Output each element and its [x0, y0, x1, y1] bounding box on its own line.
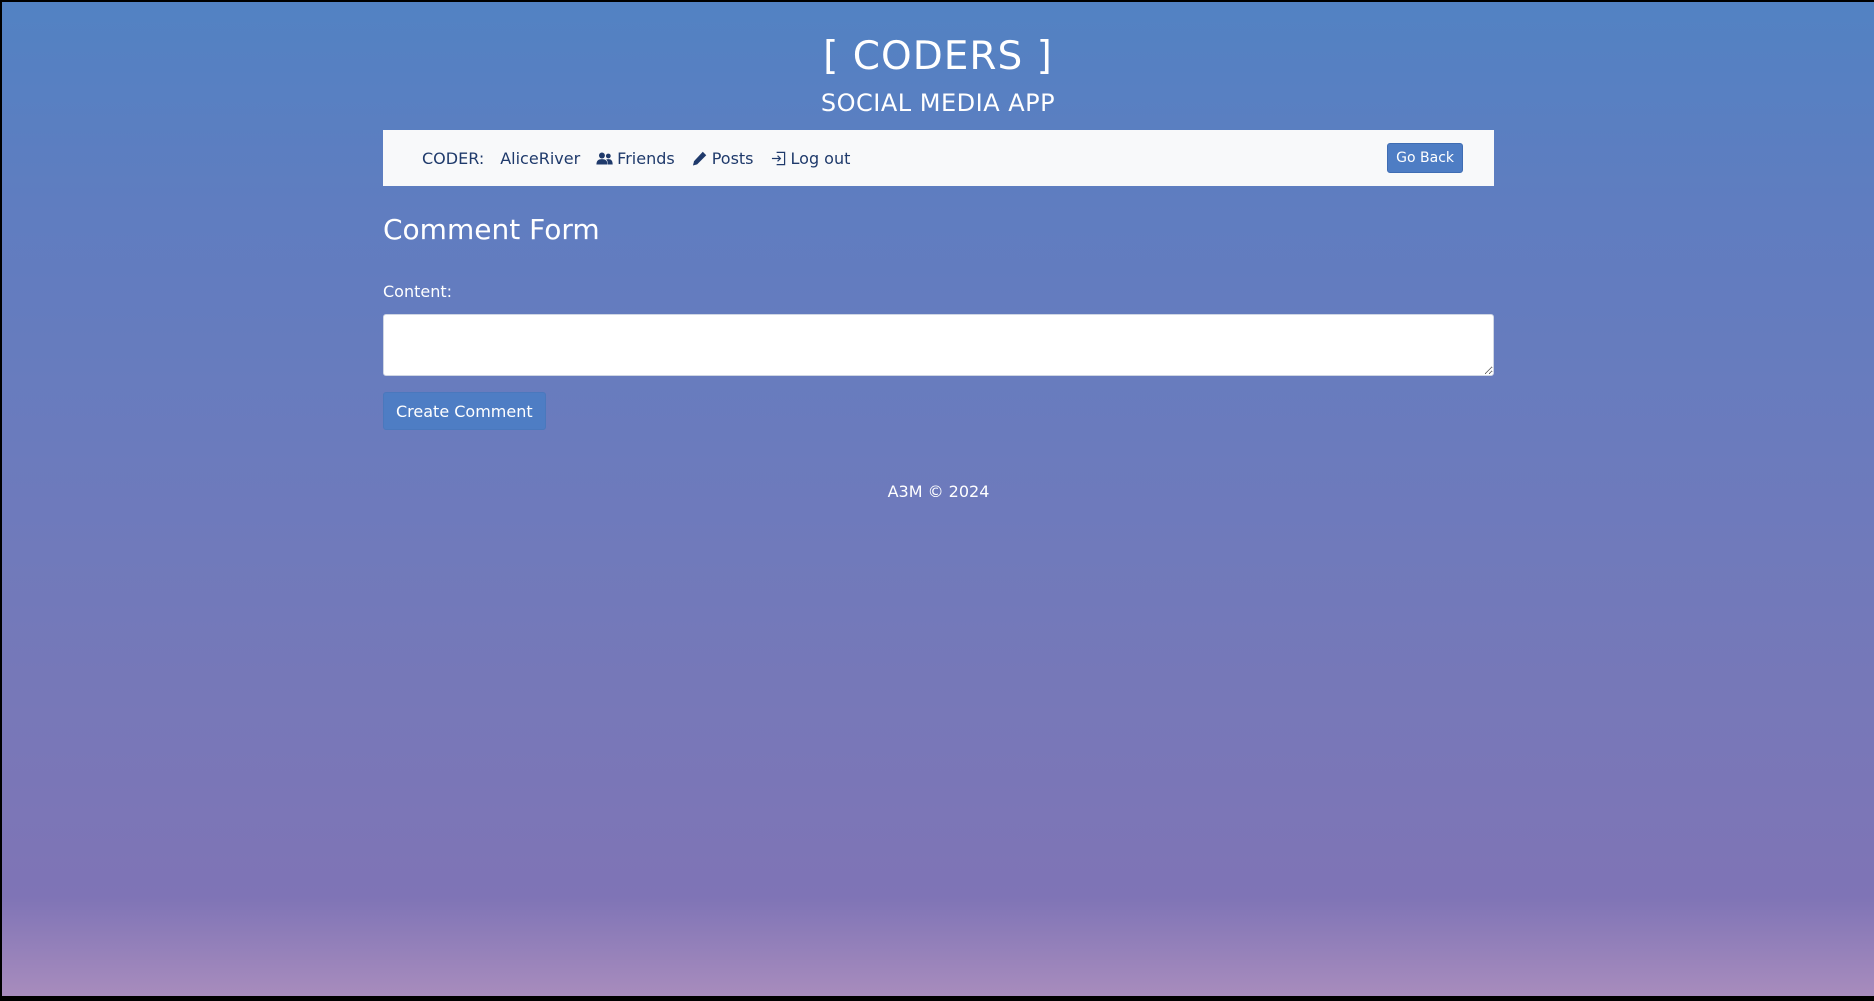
content-label: Content: — [383, 282, 453, 301]
comment-form: Comment Form Content: Create Comment — [383, 210, 1494, 430]
friends-label: Friends — [617, 148, 675, 168]
pen-icon — [692, 151, 706, 166]
users-icon — [596, 152, 613, 164]
nav-posts-link[interactable]: Posts — [691, 149, 754, 168]
nav-links: CODER: AliceRiver Friends Posts Log out — [422, 149, 850, 168]
sign-out-icon — [771, 151, 785, 165]
app-header: [ CODERS ] SOCIAL MEDIA APP — [2, 32, 1874, 118]
footer: A3M © 2024 — [887, 482, 990, 501]
content-textarea[interactable] — [383, 314, 1494, 376]
navbar: CODER: AliceRiver Friends Posts Log out … — [383, 130, 1494, 186]
posts-label: Posts — [711, 148, 754, 168]
create-comment-button[interactable]: Create Comment — [383, 392, 546, 430]
form-title: Comment Form — [383, 213, 600, 246]
nav-logout-link[interactable]: Log out — [770, 148, 851, 168]
app-subtitle: SOCIAL MEDIA APP — [820, 89, 1056, 117]
main-container: CODER: AliceRiver Friends Posts Log out … — [383, 130, 1494, 501]
logout-label: Log out — [790, 148, 851, 168]
coder-label: CODER: — [422, 148, 485, 168]
profile-link[interactable]: AliceRiver — [500, 149, 580, 168]
username: AliceRiver — [500, 148, 581, 168]
go-back-button[interactable]: Go Back — [1387, 143, 1463, 173]
app-viewport: [ CODERS ] SOCIAL MEDIA APP CODER: Alice… — [2, 2, 1874, 996]
nav-friends-link[interactable]: Friends — [596, 149, 675, 168]
app-title: [ CODERS ] — [823, 34, 1053, 79]
